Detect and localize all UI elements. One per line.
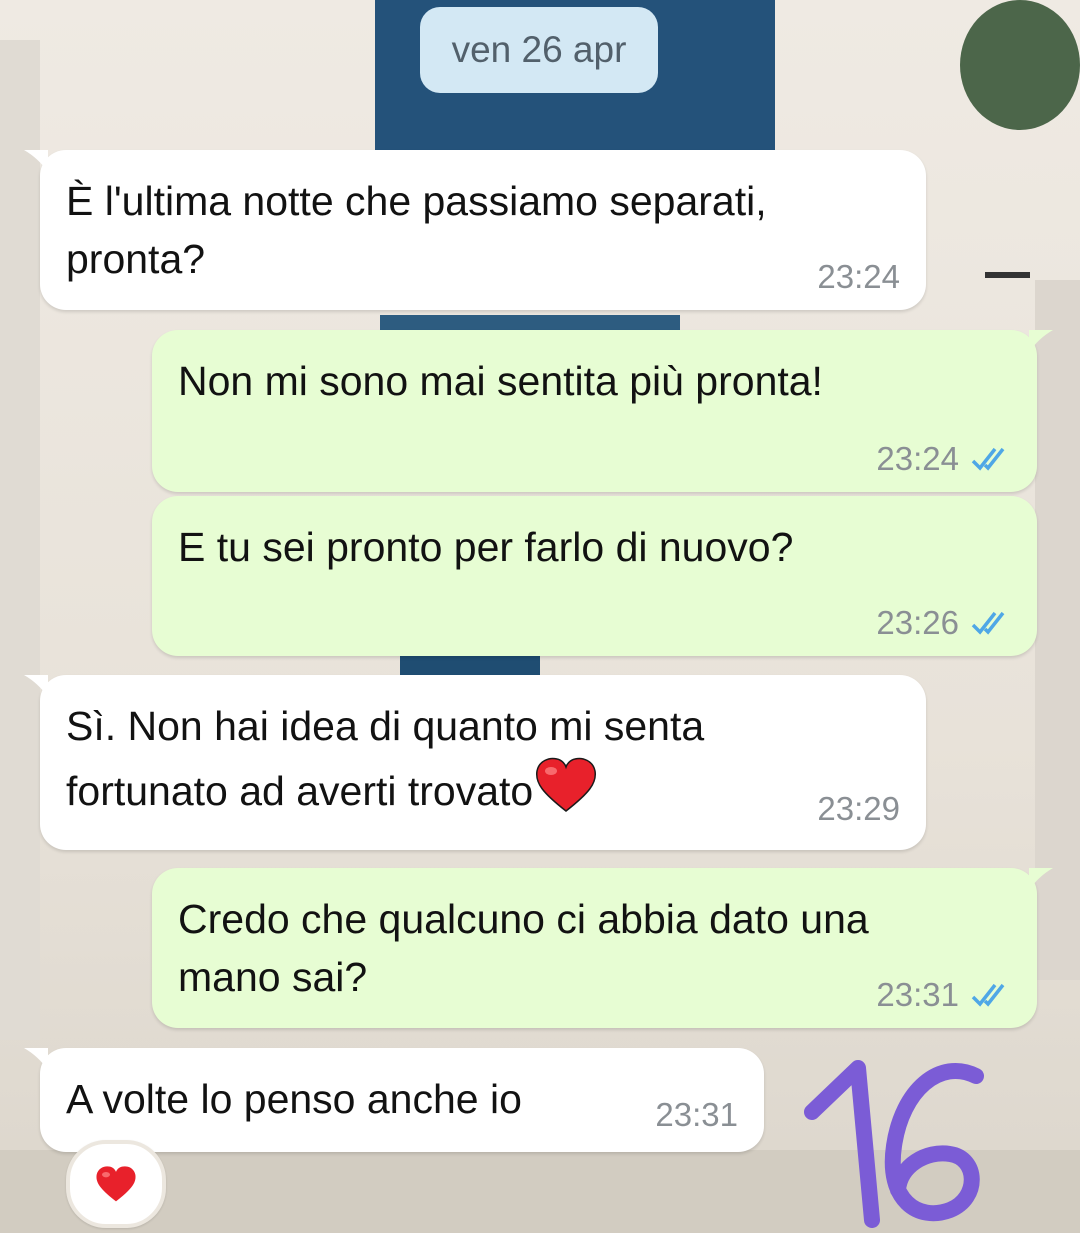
message-text: Credo che qualcuno ci abbia dato una man… — [178, 896, 869, 1000]
message-bubble-outgoing[interactable]: Non mi sono mai sentita più pronta! 23:2… — [152, 330, 1053, 492]
message-time: 23:29 — [817, 790, 900, 827]
message-reaction[interactable] — [66, 1140, 166, 1228]
read-receipt-icon — [971, 983, 1005, 1007]
heart-reaction-icon — [96, 1166, 136, 1202]
bubble-tail — [1029, 330, 1053, 352]
message-bubble-outgoing[interactable]: E tu sei pronto per farlo di nuovo? 23:2… — [152, 496, 1037, 656]
bubble-tail — [24, 150, 48, 172]
message-text: E tu sei pronto per farlo di nuovo? — [178, 524, 794, 570]
message-time: 23:24 — [876, 440, 959, 477]
message-text: Sì. Non hai idea di quanto mi senta fort… — [66, 697, 904, 820]
message-meta: 23:31 — [876, 976, 1015, 1014]
message-bubble-incoming[interactable]: Sì. Non hai idea di quanto mi senta fort… — [24, 675, 926, 850]
message-bubble-outgoing[interactable]: Credo che qualcuno ci abbia dato una man… — [152, 868, 1053, 1028]
read-receipt-icon — [971, 447, 1005, 471]
message-bubble-incoming[interactable]: A volte lo penso anche io 23:31 — [24, 1048, 764, 1152]
message-meta: 23:29 — [817, 790, 900, 828]
heart-emoji-icon — [536, 757, 597, 812]
message-text: Non mi sono mai sentita più pronta! — [178, 358, 823, 404]
message-text-line: Sì. Non hai idea di quanto mi senta — [66, 703, 705, 749]
bubble-tail — [1029, 868, 1053, 890]
message-meta: 23:24 — [876, 440, 1015, 478]
message-text: È l'ultima notte che passiamo separati, … — [66, 178, 767, 282]
message-time: 23:31 — [876, 976, 959, 1013]
message-text: A volte lo penso anche io — [66, 1076, 522, 1122]
bubble-tail — [24, 1048, 48, 1070]
message-bubble-incoming[interactable]: È l'ultima notte che passiamo separati, … — [24, 150, 926, 310]
message-text-line: fortunato ad averti trovato — [66, 768, 534, 814]
message-meta: 23:26 — [876, 604, 1015, 642]
date-label: ven 26 apr — [451, 29, 627, 70]
message-time: 23:26 — [876, 604, 959, 641]
bubble-tail — [24, 675, 48, 697]
handwritten-number-16 — [804, 1060, 984, 1228]
read-receipt-icon — [971, 611, 1005, 635]
message-time: 23:24 — [817, 258, 900, 295]
message-time: 23:31 — [655, 1096, 738, 1133]
date-separator: ven 26 apr — [420, 7, 658, 93]
message-meta: 23:31 — [655, 1096, 738, 1134]
message-meta: 23:24 — [817, 258, 900, 296]
